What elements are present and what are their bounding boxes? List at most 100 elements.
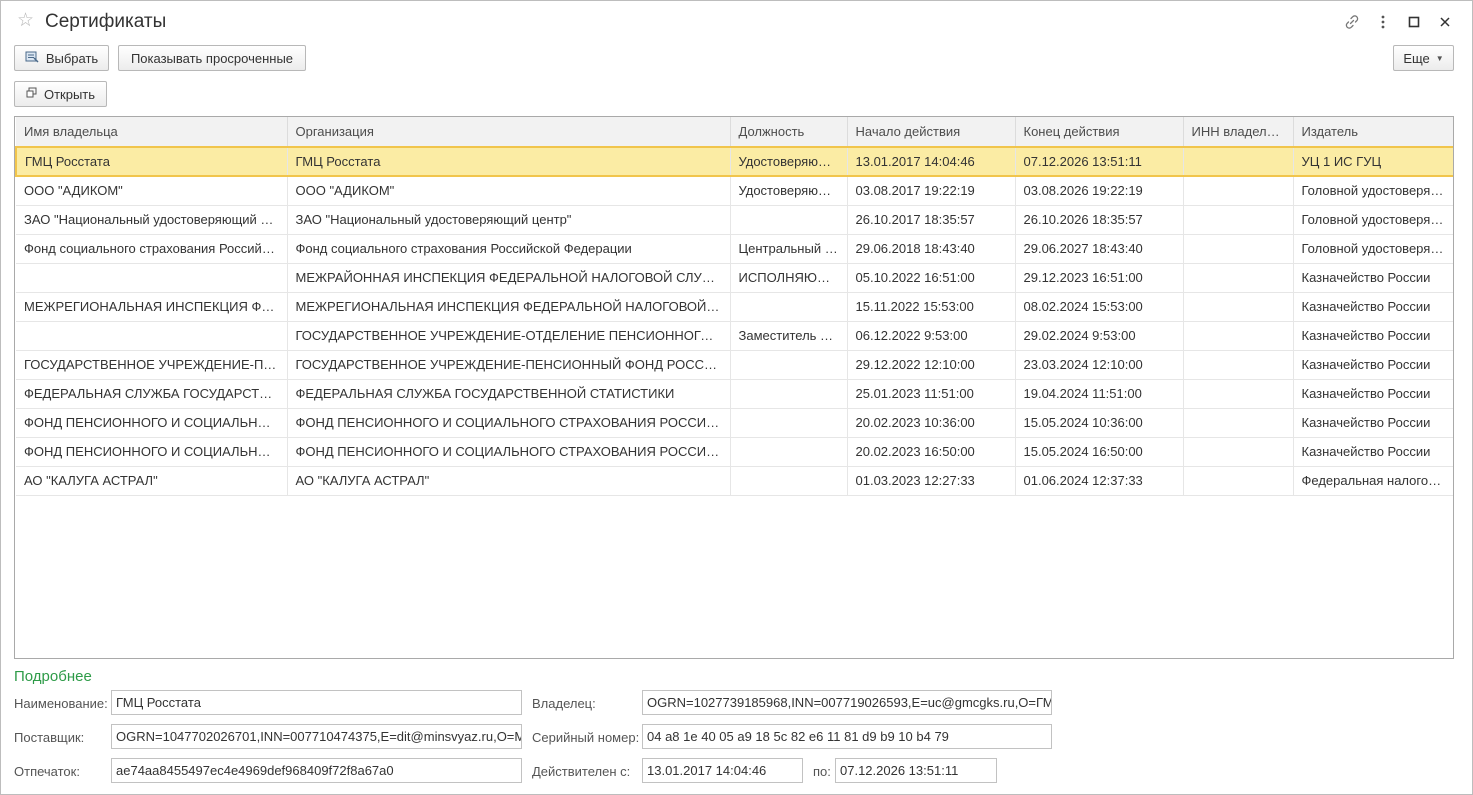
select-button[interactable]: Выбрать xyxy=(14,45,109,71)
cell-valid-to: 26.10.2026 18:35:57 xyxy=(1015,205,1184,235)
table-row[interactable]: Фонд социального страхования Российской … xyxy=(16,234,1453,264)
table-row[interactable]: МЕЖРАЙОННАЯ ИНСПЕКЦИЯ ФЕДЕРАЛЬНОЙ НАЛОГО… xyxy=(16,263,1453,293)
column-header-valid-from[interactable]: Начало действия xyxy=(847,117,1016,148)
owner-label: Владелец: xyxy=(532,696,596,711)
table-row[interactable]: ФЕДЕРАЛЬНАЯ СЛУЖБА ГОСУДАРСТВЕННОЙ СТАТИ… xyxy=(16,379,1453,409)
cell-owner-inn xyxy=(1183,350,1294,380)
owner-field[interactable]: OGRN=1027739185968,INN=007719026593,E=uc… xyxy=(642,690,1052,715)
table-row[interactable]: ГМЦ РосстатаГМЦ РосстатаУдостоверяющий ц… xyxy=(15,146,1453,177)
table-row[interactable]: ООО "АДИКОМ"ООО "АДИКОМ"Удостоверяющий ц… xyxy=(16,176,1453,206)
table-row[interactable]: ГОСУДАРСТВЕННОЕ УЧРЕЖДЕНИЕ-ОТДЕЛЕНИЕ ПЕН… xyxy=(16,321,1453,351)
cell-position: ИСПОЛНЯЮЩИЙ ОБЯЗАННОСТИ xyxy=(730,263,848,293)
cell-valid-from: 05.10.2022 16:51:00 xyxy=(847,263,1016,293)
cell-issuer: Казначейство России xyxy=(1293,350,1453,380)
cell-position xyxy=(730,466,848,496)
open-button-label: Открыть xyxy=(43,86,96,102)
column-header-organization[interactable]: Организация xyxy=(287,117,731,148)
cell-organization: ГОСУДАРСТВЕННОЕ УЧРЕЖДЕНИЕ-ОТДЕЛЕНИЕ ПЕН… xyxy=(287,321,731,351)
cell-owner-inn xyxy=(1183,176,1294,206)
cell-owner xyxy=(16,263,288,293)
cell-valid-from: 29.12.2022 12:10:00 xyxy=(847,350,1016,380)
column-header-owner[interactable]: Имя владельца xyxy=(16,117,288,148)
cell-valid-to: 29.02.2024 9:53:00 xyxy=(1015,321,1184,351)
valid-from-label: Действителен с: xyxy=(532,764,631,779)
cell-organization: ГОСУДАРСТВЕННОЕ УЧРЕЖДЕНИЕ-ПЕНСИОННЫЙ ФО… xyxy=(287,350,731,380)
page-title: Сертификаты xyxy=(45,11,167,32)
cell-issuer: Головной удостоверяющий центр xyxy=(1293,234,1453,264)
link-icon[interactable] xyxy=(1336,11,1367,33)
valid-from-field[interactable]: 13.01.2017 14:04:46 xyxy=(642,758,803,783)
cell-organization: АО "КАЛУГА АСТРАЛ" xyxy=(287,466,731,496)
cell-position xyxy=(730,350,848,380)
cell-valid-from: 25.01.2023 11:51:00 xyxy=(847,379,1016,409)
cell-valid-to: 19.04.2024 11:51:00 xyxy=(1015,379,1184,409)
cell-owner: ГМЦ Росстата xyxy=(15,146,288,177)
certificates-window: ☆ Сертификаты Выбрать Показывать просроч… xyxy=(0,0,1473,795)
open-window-icon xyxy=(26,87,37,101)
supplier-field[interactable]: OGRN=1047702026701,INN=007710474375,E=di… xyxy=(111,724,522,749)
cell-owner-inn xyxy=(1183,234,1294,264)
certificates-table: Имя владельца Организация Должность Нача… xyxy=(14,116,1454,659)
cell-valid-from: 03.08.2017 19:22:19 xyxy=(847,176,1016,206)
cell-owner-inn xyxy=(1183,321,1294,351)
cell-owner: МЕЖРЕГИОНАЛЬНАЯ ИНСПЕКЦИЯ ФЕДЕРАЛЬНОЙ НА… xyxy=(16,292,288,322)
cell-position xyxy=(730,379,848,409)
select-button-label: Выбрать xyxy=(45,50,99,66)
details-section-title: Подробнее xyxy=(14,668,92,685)
cell-organization: ЗАО "Национальный удостоверяющий центр" xyxy=(287,205,731,235)
serial-number-label: Серийный номер: xyxy=(532,730,640,745)
cell-position: Заместитель управляющего xyxy=(730,321,848,351)
table-row[interactable]: МЕЖРЕГИОНАЛЬНАЯ ИНСПЕКЦИЯ ФЕДЕРАЛЬНОЙ НА… xyxy=(16,292,1453,322)
table-row[interactable]: ЗАО "Национальный удостоверяющий центр" З… xyxy=(16,205,1453,235)
cell-issuer: Казначейство России xyxy=(1293,408,1453,438)
column-header-issuer[interactable]: Издатель xyxy=(1293,117,1453,148)
cell-position: Удостоверяющий центр xyxy=(730,146,848,177)
table-row[interactable]: ГОСУДАРСТВЕННОЕ УЧРЕЖДЕНИЕ-ПЕНСИОННЫЙ ФО… xyxy=(16,350,1453,380)
select-icon xyxy=(25,50,39,66)
cell-owner: ООО "АДИКОМ" xyxy=(16,176,288,206)
cell-issuer: Казначейство России xyxy=(1293,379,1453,409)
serial-number-field[interactable]: 04 a8 1e 40 05 a9 18 5c 82 e6 11 81 d9 b… xyxy=(642,724,1052,749)
cell-valid-from: 26.10.2017 18:35:57 xyxy=(847,205,1016,235)
cell-issuer: Головной удостоверяющий центр xyxy=(1293,205,1453,235)
close-icon[interactable] xyxy=(1429,11,1460,33)
cell-owner: ФЕДЕРАЛЬНАЯ СЛУЖБА ГОСУДАРСТВЕННОЙ СТАТИ… xyxy=(16,379,288,409)
valid-to-field[interactable]: 07.12.2026 13:51:11 xyxy=(835,758,997,783)
table-row[interactable]: ФОНД ПЕНСИОННОГО И СОЦИАЛЬНОГО СТРАХОВАН… xyxy=(16,408,1453,438)
cell-organization: ФЕДЕРАЛЬНАЯ СЛУЖБА ГОСУДАРСТВЕННОЙ СТАТИ… xyxy=(287,379,731,409)
cell-valid-to: 29.06.2027 18:43:40 xyxy=(1015,234,1184,264)
cell-owner: ЗАО "Национальный удостоверяющий центр" xyxy=(16,205,288,235)
cell-owner xyxy=(16,321,288,351)
cell-issuer: Казначейство России xyxy=(1293,321,1453,351)
cell-valid-to: 07.12.2026 13:51:11 xyxy=(1015,146,1184,177)
open-button[interactable]: Открыть xyxy=(14,81,107,107)
table-row[interactable]: ФОНД ПЕНСИОННОГО И СОЦИАЛЬНОГО СТРАХОВАН… xyxy=(16,437,1453,467)
cell-valid-from: 20.02.2023 16:50:00 xyxy=(847,437,1016,467)
name-field[interactable]: ГМЦ Росстата xyxy=(111,690,522,715)
cell-organization: ООО "АДИКОМ" xyxy=(287,176,731,206)
supplier-label: Поставщик: xyxy=(14,730,85,745)
cell-organization: ГМЦ Росстата xyxy=(287,146,731,177)
table-row[interactable]: АО "КАЛУГА АСТРАЛ" АО "КАЛУГА АСТРАЛ" 01.0… xyxy=(16,466,1453,496)
thumbprint-field[interactable]: ae74aa8455497ec4e4969def968409f72f8a67a0 xyxy=(111,758,522,783)
cell-valid-from: 15.11.2022 15:53:00 xyxy=(847,292,1016,322)
cell-owner-inn xyxy=(1183,146,1294,177)
title-bar: ☆ Сертификаты xyxy=(1,1,1472,43)
more-button[interactable]: Еще ▼ xyxy=(1393,45,1454,71)
name-label: Наименование: xyxy=(14,696,108,711)
cell-owner-inn xyxy=(1183,263,1294,293)
column-header-valid-to[interactable]: Конец действия xyxy=(1015,117,1184,148)
maximize-icon[interactable] xyxy=(1398,11,1429,33)
cell-issuer: УЦ 1 ИС ГУЦ xyxy=(1293,146,1453,177)
show-expired-button[interactable]: Показывать просроченные xyxy=(118,45,306,71)
cell-valid-to: 29.12.2023 16:51:00 xyxy=(1015,263,1184,293)
more-vertical-icon[interactable] xyxy=(1367,11,1398,33)
cell-valid-from: 06.12.2022 9:53:00 xyxy=(847,321,1016,351)
column-header-owner-inn[interactable]: ИНН владельца xyxy=(1183,117,1294,148)
cell-valid-from: 20.02.2023 10:36:00 xyxy=(847,408,1016,438)
star-icon[interactable]: ☆ xyxy=(17,11,34,31)
cell-valid-to: 23.03.2024 12:10:00 xyxy=(1015,350,1184,380)
cell-valid-from: 01.03.2023 12:27:33 xyxy=(847,466,1016,496)
column-header-position[interactable]: Должность xyxy=(730,117,848,148)
cell-owner: АО "КАЛУГА АСТРАЛ" xyxy=(16,466,288,496)
